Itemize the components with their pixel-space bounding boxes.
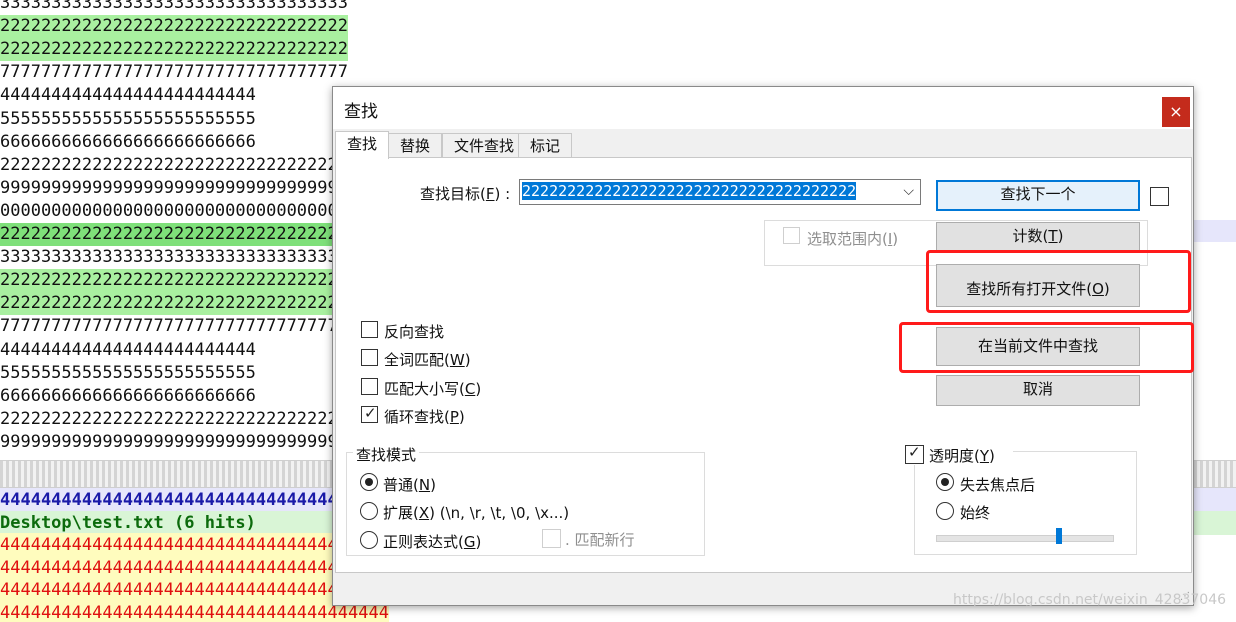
mode-regex-radio[interactable] <box>360 531 378 549</box>
extra-option-checkbox[interactable] <box>1150 187 1169 206</box>
transparency-slider-thumb[interactable] <box>1056 528 1063 544</box>
radio-dot-icon <box>941 478 949 486</box>
editor-line[interactable]: 7777777777777777777777777777777777 <box>0 61 348 84</box>
checkmark-icon: ✓ <box>364 404 377 422</box>
cancel-label: 取消 <box>1022 380 1053 398</box>
editor-line[interactable]: 6666666666666666666666666 <box>0 131 256 154</box>
checkmark-icon: ✓ <box>908 443 921 461</box>
result-line[interactable]: 44444444444444444444444444444444444444 <box>0 578 389 602</box>
tab-find[interactable]: 查找 <box>335 131 389 159</box>
find-target-value: 2222222222222222222222222222222222222 <box>522 182 857 200</box>
watermark: https://blog.csdn.net/weixin_42837046 <box>953 592 1227 608</box>
search-mode-title: 查找模式 <box>353 444 420 465</box>
in-selection-label: 选取范围内(I) <box>807 230 899 248</box>
in-selection-checkbox[interactable] <box>783 227 800 244</box>
editor-line[interactable]: 2222222222222222222222222222222222 <box>0 15 348 39</box>
on-lose-focus-label: 失去焦点后 <box>960 476 1036 494</box>
editor-line[interactable]: 2222222222222222222222222222222222 <box>0 292 348 316</box>
wrap-around-label: 循环查找(P) <box>384 408 465 426</box>
tab-find-in-files[interactable]: 文件查找 <box>442 133 526 158</box>
transparency-checkbox[interactable]: ✓ <box>905 443 924 464</box>
highlight-box-find-all-current <box>899 322 1194 373</box>
current-line-highlight <box>1190 220 1236 242</box>
whole-word-checkbox[interactable] <box>361 349 378 366</box>
editor-line[interactable]: 5555555555555555555555555 <box>0 108 256 131</box>
mode-normal-radio[interactable] <box>360 473 378 491</box>
tab-replace[interactable]: 替换 <box>388 133 442 158</box>
editor-line[interactable]: 3333333333333333333333333333333333 <box>0 0 348 15</box>
mode-normal-label: 普通(N) <box>383 476 436 494</box>
always-radio[interactable] <box>936 502 954 520</box>
tab-mark-label: 标记 <box>529 137 560 155</box>
mode-regex-label: 正则表达式(G) <box>383 533 482 551</box>
tab-strip: 查找 替换 文件查找 标记 <box>333 131 1193 159</box>
find-next-label: 查找下一个 <box>1000 185 1076 203</box>
backward-label: 反向查找 <box>384 323 445 341</box>
highlight-box-find-all-open <box>926 250 1191 313</box>
count-button[interactable]: 计数(T) <box>936 222 1140 251</box>
editor-line[interactable]: 4444444444444444444444444 <box>0 84 256 107</box>
match-case-label: 匹配大小写(C) <box>384 380 482 398</box>
find-dialog: 查找 × 查找 替换 文件查找 标记 查找目标(F) : 22222222222… <box>332 86 1194 606</box>
mode-extended-label: 扩展(X) (\n, \r, \t, \0, \x...) <box>383 504 570 522</box>
editor-line[interactable]: 7777777777777777777777777777777777 <box>0 315 348 338</box>
result-line[interactable]: 44444444444444444444444444444444444444 <box>0 555 389 580</box>
editor-line[interactable]: 2222222222222222222222222222222222 <box>0 269 348 293</box>
close-button[interactable]: × <box>1162 97 1190 127</box>
find-target-label: 查找目标(F) : <box>420 185 511 203</box>
editor-line[interactable]: 0000000000000000000000000000000000 <box>0 200 348 223</box>
editor-line[interactable]: 5555555555555555555555555 <box>0 362 256 385</box>
transparency-label: 透明度(Y) <box>929 447 995 465</box>
close-icon: × <box>1169 102 1183 121</box>
editor-line[interactable]: 9999999999999999999999999999999999 <box>0 431 348 454</box>
tab-replace-label: 替换 <box>399 137 430 155</box>
editor-line[interactable]: 2222222222222222222222222222222222 <box>0 223 348 246</box>
result-line[interactable]: 44444444444444444444444444444444444444 <box>0 600 389 622</box>
editor-line[interactable]: 4444444444444444444444444 <box>0 339 256 362</box>
editor-line[interactable]: 2222222222222222222222222222222222 <box>0 408 348 431</box>
find-next-button[interactable]: 查找下一个 <box>936 180 1140 211</box>
backward-checkbox[interactable] <box>361 321 378 338</box>
result-line[interactable]: 44444444444444444444444444444444444444 <box>0 533 389 557</box>
tab-find-in-files-label: 文件查找 <box>453 137 514 155</box>
whole-word-label: 全词匹配(W) <box>384 351 471 369</box>
editor-line[interactable]: 9999999999999999999999999999999999 <box>0 177 348 200</box>
tab-mark[interactable]: 标记 <box>518 133 572 158</box>
chevron-down-icon[interactable]: ⌵ <box>903 180 914 202</box>
editor-line[interactable]: 3333333333333333333333333333333333 <box>0 246 348 269</box>
mode-extended-radio[interactable] <box>360 502 378 520</box>
cancel-button[interactable]: 取消 <box>936 375 1140 406</box>
tab-find-label: 查找 <box>346 135 377 153</box>
editor-line[interactable]: 2222222222222222222222222222222222 <box>0 154 348 177</box>
dialog-title: 查找 <box>344 102 378 122</box>
dialog-titlebar[interactable]: 查找 × <box>333 87 1193 129</box>
editor-line[interactable]: 2222222222222222222222222222222222 <box>0 38 348 62</box>
find-target-combobox[interactable]: 2222222222222222222222222222222222222 ⌵ <box>519 179 921 205</box>
transparency-slider-track[interactable] <box>936 535 1114 542</box>
dot-matches-newline-label: . 匹配新行 <box>565 531 635 549</box>
on-lose-focus-radio[interactable] <box>936 473 954 491</box>
radio-dot-icon <box>365 478 373 486</box>
dot-matches-newline-checkbox[interactable] <box>542 529 561 548</box>
wrap-around-checkbox[interactable]: ✓ <box>361 404 378 423</box>
match-case-checkbox[interactable] <box>361 378 378 395</box>
always-label: 始终 <box>960 504 991 522</box>
editor-line[interactable]: 6666666666666666666666666 <box>0 385 256 408</box>
